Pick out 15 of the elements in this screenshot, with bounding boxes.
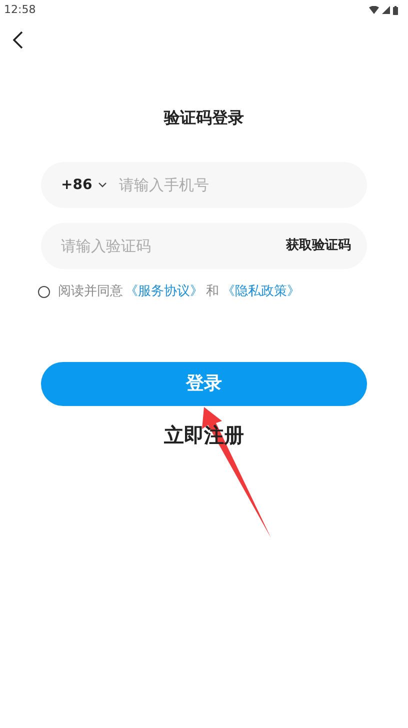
page-title: 验证码登录	[164, 107, 244, 129]
agreement-text: 阅读并同意	[58, 283, 123, 301]
agreement-text: 和	[206, 283, 219, 301]
get-code-button[interactable]: 获取验证码	[286, 236, 351, 256]
code-field[interactable]: 请输入验证码 获取验证码	[41, 223, 367, 269]
phone-field[interactable]: +86 请输入手机号	[41, 162, 367, 208]
signal-icon	[382, 6, 390, 14]
country-code-dropdown[interactable]: +86	[61, 174, 108, 196]
agreement-link[interactable]: 《隐私政策》	[222, 282, 300, 302]
caret-icon	[98, 182, 108, 188]
status-time: 12:58	[4, 2, 36, 18]
agreement-checkbox[interactable]	[38, 286, 50, 298]
agreement-link[interactable]: 《服务协议》	[125, 282, 203, 302]
battery-icon	[393, 6, 398, 14]
wifi-icon	[369, 6, 379, 14]
